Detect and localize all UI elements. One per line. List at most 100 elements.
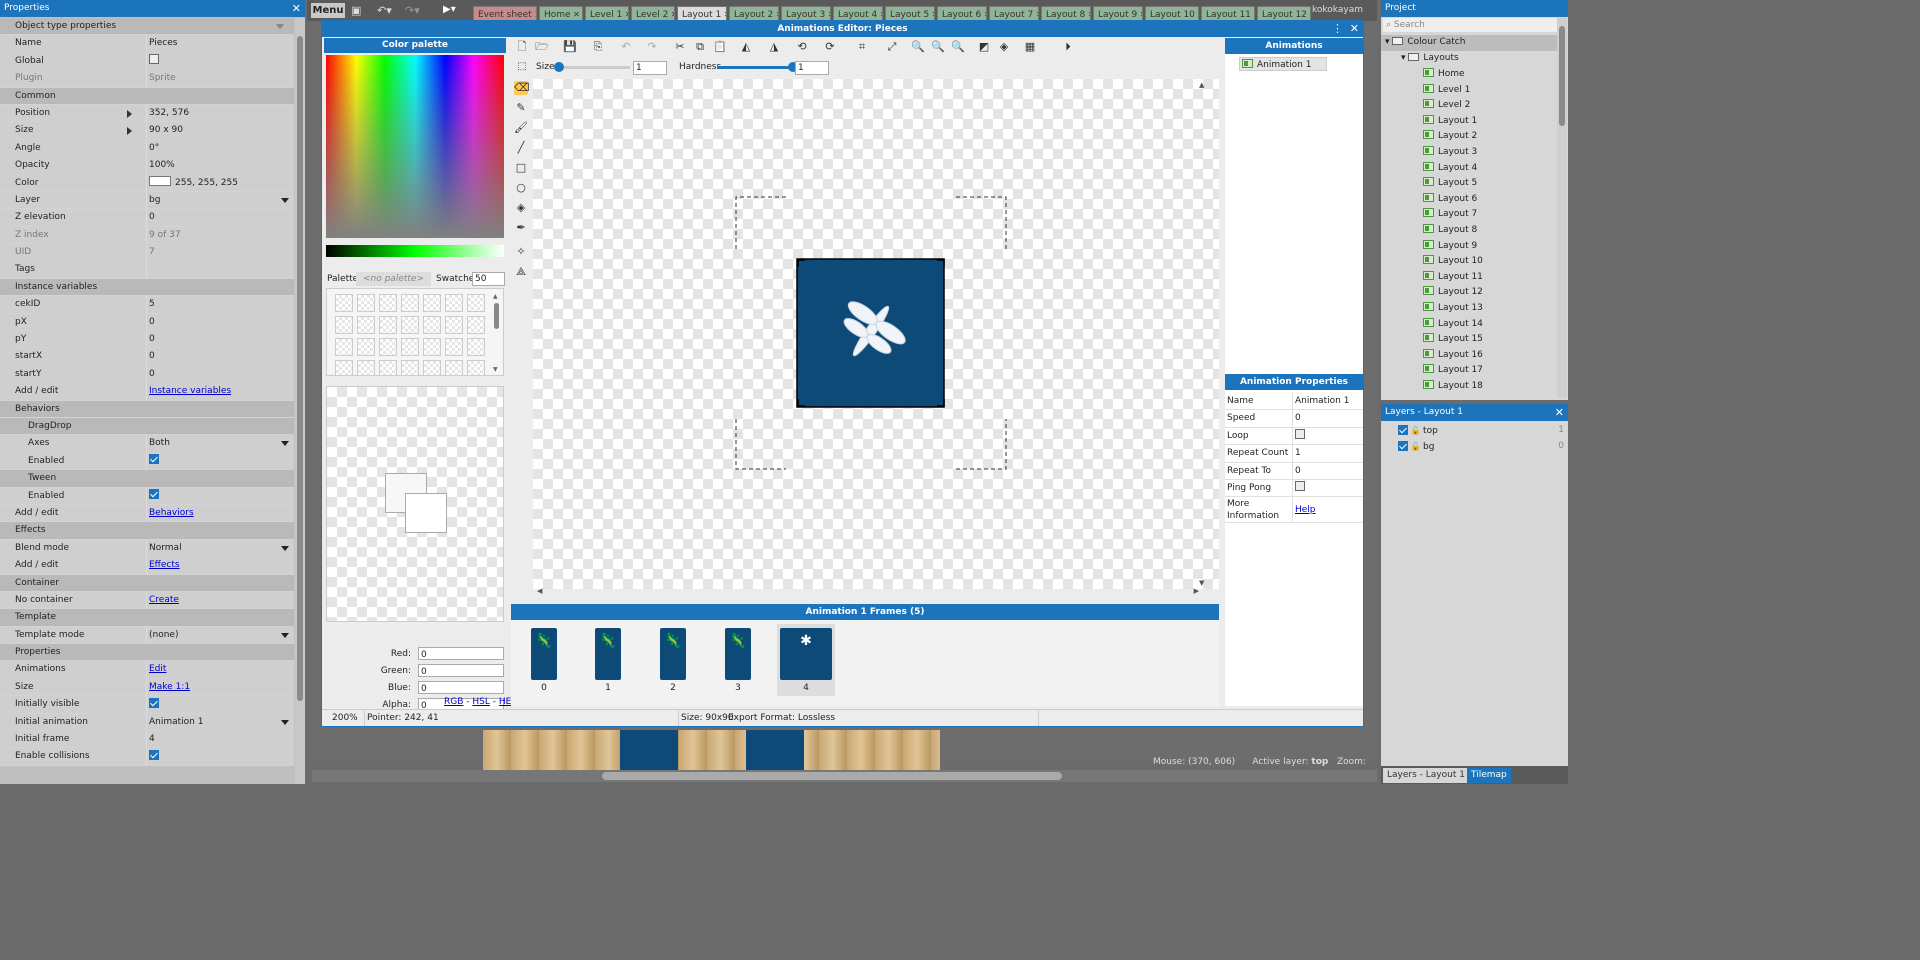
- checkbox[interactable]: [149, 489, 159, 500]
- canvas-vertical-scrollbar[interactable]: ▲ ▼: [1197, 81, 1209, 587]
- green-input[interactable]: 0: [418, 664, 504, 677]
- close-icon[interactable]: ✕: [668, 10, 674, 19]
- property-row[interactable]: Angle 0°: [0, 139, 294, 158]
- property-value[interactable]: Animation 1: [147, 714, 294, 730]
- tab-layout-5[interactable]: Layout 5 ✕: [885, 6, 935, 21]
- layout-piece[interactable]: [746, 730, 804, 770]
- property-value[interactable]: Edit: [147, 661, 294, 677]
- animation-item[interactable]: Animation 1: [1239, 57, 1327, 71]
- property-row[interactable]: No container Create: [0, 591, 294, 610]
- anim-property-row[interactable]: Speed 0: [1225, 410, 1363, 428]
- red-input[interactable]: 0: [418, 647, 504, 660]
- tab-layers[interactable]: Layers - Layout 1 ✕: [1383, 768, 1480, 783]
- visibility-checkbox[interactable]: [1398, 424, 1408, 435]
- zoom-reset-icon[interactable]: 🔍: [951, 40, 965, 54]
- checkbox[interactable]: [149, 697, 159, 708]
- layout-horizontal-scrollbar[interactable]: [312, 770, 1377, 782]
- swatch-cell[interactable]: [379, 294, 397, 312]
- property-value[interactable]: 9 of 37: [147, 227, 294, 243]
- swatch-cell[interactable]: [467, 294, 485, 312]
- swatch-cell[interactable]: [445, 294, 463, 312]
- swatch-cell[interactable]: [467, 360, 485, 375]
- checkbox[interactable]: [149, 749, 159, 760]
- grid-icon[interactable]: ▦: [1023, 40, 1037, 54]
- property-value[interactable]: Behaviors: [147, 505, 294, 521]
- close-icon[interactable]: ✕: [929, 10, 934, 19]
- save-icon[interactable]: 💾: [563, 40, 577, 54]
- chevron-down-icon[interactable]: [281, 197, 289, 203]
- property-row[interactable]: Enabled: [0, 487, 294, 505]
- swatch-cell[interactable]: [379, 338, 397, 356]
- swatch-cell[interactable]: [357, 360, 375, 375]
- project-layout-item[interactable]: Layout 17: [1381, 363, 1557, 379]
- fill-icon[interactable]: ◈: [514, 201, 528, 215]
- property-row[interactable]: Size 90 x 90: [0, 122, 294, 140]
- anim-property-row[interactable]: Repeat To 0: [1225, 462, 1363, 480]
- tab-layout-4[interactable]: Layout 4 ✕: [833, 6, 883, 21]
- swatch-cell[interactable]: [335, 316, 353, 334]
- property-link[interactable]: Behaviors: [149, 508, 194, 518]
- lock-icon[interactable]: 🔓: [1408, 426, 1423, 435]
- close-icon[interactable]: ✕: [1555, 404, 1564, 421]
- copy-icon[interactable]: ⧉: [693, 40, 707, 54]
- section-header[interactable]: Instance variables: [0, 24, 294, 297]
- checkbox[interactable]: [149, 54, 159, 65]
- property-value[interactable]: 5: [147, 296, 294, 312]
- tab-layout-10[interactable]: Layout 10 ✕: [1145, 6, 1199, 21]
- visibility-checkbox[interactable]: [1398, 440, 1408, 451]
- section-header[interactable]: Common: [0, 24, 294, 105]
- color-shade-slider[interactable]: [326, 245, 504, 257]
- tab-level-1[interactable]: Level 1 ✕: [585, 6, 629, 21]
- flip-horizontal-icon[interactable]: ◭: [739, 40, 753, 54]
- tab-layout-11[interactable]: Layout 11 ✕: [1201, 6, 1255, 21]
- rotate-ccw-icon[interactable]: ⟲: [795, 40, 809, 54]
- anim-property-row[interactable]: Ping Pong: [1225, 479, 1363, 498]
- property-row[interactable]: UID 7: [0, 244, 294, 262]
- swatch-grid[interactable]: ▲ ▼: [326, 288, 504, 376]
- rotate-cw-icon[interactable]: ⟳: [823, 40, 837, 54]
- property-value[interactable]: 0: [147, 331, 294, 347]
- swatch-cell[interactable]: [335, 294, 353, 312]
- ellipse-icon[interactable]: ○: [514, 181, 528, 195]
- more-icon[interactable]: ⋮: [1332, 22, 1343, 35]
- close-icon[interactable]: ✕: [825, 10, 830, 19]
- chevron-down-icon[interactable]: [281, 632, 289, 638]
- resize-icon[interactable]: ⤢: [885, 40, 899, 54]
- property-value[interactable]: 0: [147, 366, 294, 382]
- color-swatch[interactable]: [149, 176, 171, 187]
- swatch-cell[interactable]: [423, 316, 441, 334]
- project-layout-item[interactable]: Layout 9: [1381, 239, 1557, 255]
- property-row[interactable]: Name Pieces: [0, 35, 294, 53]
- property-row[interactable]: Add / edit Behaviors: [0, 504, 294, 523]
- close-icon[interactable]: ✕: [292, 0, 301, 17]
- anim-property-value[interactable]: Help: [1293, 497, 1363, 522]
- blue-input[interactable]: 0: [418, 681, 504, 694]
- expand-icon[interactable]: [127, 109, 132, 118]
- checkbox[interactable]: [1295, 429, 1305, 440]
- size-slider[interactable]: [554, 62, 630, 72]
- rgb-link[interactable]: RGB: [444, 697, 463, 707]
- property-value[interactable]: Sprite: [147, 70, 294, 86]
- swatch-cell[interactable]: [423, 338, 441, 356]
- image-points-icon[interactable]: ◩: [977, 40, 991, 54]
- redo-icon[interactable]: ↷▾: [405, 4, 420, 17]
- property-value[interactable]: Both: [147, 435, 294, 451]
- hardness-input[interactable]: 1: [795, 61, 829, 75]
- close-icon[interactable]: ✕: [622, 10, 628, 19]
- close-icon[interactable]: ✕: [877, 10, 882, 19]
- property-value[interactable]: 7: [147, 244, 294, 260]
- property-row[interactable]: Plugin Sprite: [0, 70, 294, 88]
- property-row[interactable]: Z elevation 0: [0, 209, 294, 227]
- line-icon[interactable]: ╱: [514, 141, 528, 155]
- anim-property-value[interactable]: 0: [1293, 463, 1363, 479]
- swatches-input[interactable]: 50: [472, 272, 505, 286]
- eyedropper-icon[interactable]: ✒: [514, 221, 528, 235]
- property-value[interactable]: [147, 453, 294, 469]
- close-icon[interactable]: ✕: [981, 10, 986, 19]
- project-layout-item[interactable]: Layout 15: [1381, 332, 1557, 348]
- project-layout-item[interactable]: Layout 11: [1381, 270, 1557, 286]
- property-link[interactable]: Create: [149, 595, 179, 605]
- property-link[interactable]: Effects: [149, 560, 180, 570]
- tab-level-2[interactable]: Level 2 ✕: [631, 6, 675, 21]
- property-link[interactable]: Instance variables: [149, 386, 231, 396]
